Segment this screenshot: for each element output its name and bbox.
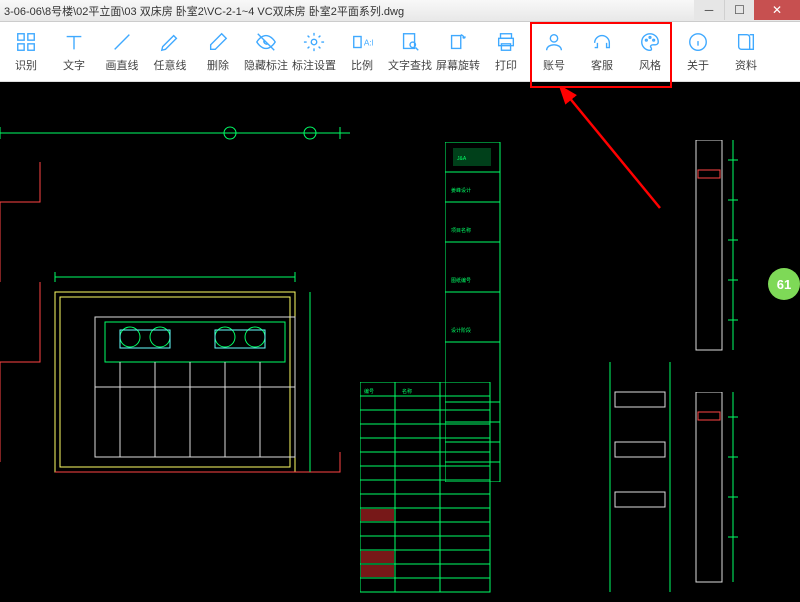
tool-label: 标注设置	[292, 57, 336, 73]
minimize-button[interactable]: ─	[694, 0, 724, 20]
svg-text:设计阶段: 设计阶段	[451, 327, 471, 334]
text-search-button[interactable]: 文字查找	[386, 24, 434, 80]
annot-settings-button[interactable]: 标注设置	[290, 24, 338, 80]
grid-icon	[15, 31, 37, 53]
tool-label: 删除	[207, 57, 229, 73]
svg-text:姜峰设计: 姜峰设计	[451, 187, 471, 194]
book-icon	[735, 31, 757, 53]
axis-top	[0, 124, 350, 142]
text-button[interactable]: 文字	[50, 24, 98, 80]
elevation-right-1	[688, 140, 768, 360]
tool-label: 屏幕旋转	[436, 57, 480, 73]
tool-label: 识别	[15, 57, 37, 73]
tool-label: 资料	[735, 57, 757, 73]
style-button[interactable]: 风格	[626, 24, 674, 80]
user-icon	[543, 31, 565, 53]
about-button[interactable]: 关于	[674, 24, 722, 80]
rotate-icon	[447, 31, 469, 53]
text-icon	[63, 31, 85, 53]
info-icon	[687, 31, 709, 53]
floor-plan	[0, 162, 360, 482]
recognize-button[interactable]: 识别	[2, 24, 50, 80]
section-detail	[600, 362, 690, 602]
tool-label: 账号	[543, 57, 565, 73]
svg-text:J&A: J&A	[457, 156, 467, 162]
tool-label: 风格	[639, 57, 661, 73]
print-button[interactable]: 打印	[482, 24, 530, 80]
tool-label: 画直线	[106, 57, 139, 73]
gear-icon	[303, 31, 325, 53]
tool-label: 任意线	[154, 57, 187, 73]
tool-label: 关于	[687, 57, 709, 73]
support-button[interactable]: 客服	[578, 24, 626, 80]
svg-text:项目名称: 项目名称	[451, 227, 471, 234]
line-icon	[111, 31, 133, 53]
tool-label: 比例	[351, 57, 373, 73]
tool-label: 文字	[63, 57, 85, 73]
tool-label: 隐藏标注	[244, 57, 288, 73]
schedule-table: 编号 名称	[360, 382, 500, 602]
elevation-right-2	[688, 392, 768, 592]
ratio-button[interactable]: A:B 比例	[338, 24, 386, 80]
file-path: 3-06-06\8号楼\02平立面\03 双床房 卧室2\VC-2-1~4 VC…	[4, 3, 404, 19]
freeline-button[interactable]: 任意线	[146, 24, 194, 80]
eraser-icon	[207, 31, 229, 53]
rotate-button[interactable]: 屏幕旋转	[434, 24, 482, 80]
close-button[interactable]: ✕	[754, 0, 800, 20]
svg-text:编号: 编号	[364, 388, 374, 395]
svg-text:A:B: A:B	[364, 38, 373, 47]
titlebar: 3-06-06\8号楼\02平立面\03 双床房 卧室2\VC-2-1~4 VC…	[0, 0, 800, 22]
maximize-button[interactable]: ☐	[724, 0, 754, 20]
svg-text:名称: 名称	[402, 388, 412, 395]
cad-viewport[interactable]: J&A 姜峰设计 项目名称 图纸编号 设计阶段 编号	[0, 82, 800, 600]
delete-button[interactable]: 删除	[194, 24, 242, 80]
svg-text:图纸编号: 图纸编号	[451, 277, 471, 284]
headset-icon	[591, 31, 613, 53]
palette-icon	[639, 31, 661, 53]
tool-label: 文字查找	[388, 57, 432, 73]
toolbar: 识别 文字 画直线任意线 删除隐藏标注标注设置 A:B 比例文字查找屏幕旋转打印 账号 客服 风…	[0, 22, 800, 82]
line-button[interactable]: 画直线	[98, 24, 146, 80]
account-button[interactable]: 账号	[530, 24, 578, 80]
tool-label: 客服	[591, 57, 613, 73]
search-doc-icon	[399, 31, 421, 53]
ratio-icon: A:B	[351, 31, 373, 53]
tool-label: 打印	[495, 57, 517, 73]
docs-button[interactable]: 资料	[722, 24, 770, 80]
window-controls: ─ ☐ ✕	[694, 0, 800, 20]
pen-icon	[159, 31, 181, 53]
eye-off-icon	[255, 31, 277, 53]
notification-badge[interactable]: 61	[768, 268, 800, 300]
hide-annot-button[interactable]: 隐藏标注	[242, 24, 290, 80]
print-icon	[495, 31, 517, 53]
